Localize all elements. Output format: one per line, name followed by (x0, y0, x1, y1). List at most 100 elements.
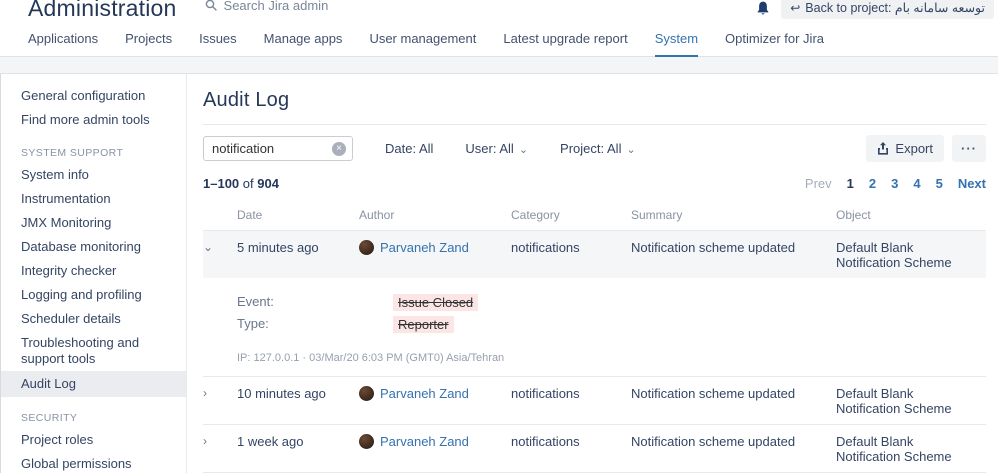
tab-optimizer-for-jira[interactable]: Optimizer for Jira (725, 22, 824, 57)
clear-search-icon[interactable]: × (332, 141, 346, 156)
change-details: Event: Issue Closed Type: Reporter (203, 278, 986, 334)
chevron-down-icon: ⌄ (626, 144, 636, 156)
filter-row: notification × Date: All User: All ⌄ Proj… (203, 125, 986, 172)
project-filter-dropdown[interactable]: Project: All ⌄ (560, 141, 636, 156)
chevron-right-icon[interactable]: › (203, 377, 237, 424)
export-label: Export (895, 141, 933, 156)
tab-applications[interactable]: Applications (28, 22, 98, 57)
column-header-author: Author (359, 208, 395, 222)
user-filter-dropdown[interactable]: User: All ⌄ (465, 141, 528, 156)
tab-manage-apps[interactable]: Manage apps (264, 22, 343, 57)
removed-value-badge: Issue Closed (393, 294, 479, 311)
row-summary: Notification scheme updated (631, 386, 796, 401)
sidebar-item-audit-log[interactable]: Audit Log (1, 371, 186, 397)
table-row[interactable]: ⌄ 5 minutes ago Parvaneh Zand notificati… (203, 231, 986, 278)
sidebar-item-scheduler-details[interactable]: Scheduler details (1, 307, 186, 331)
column-header-date: Date (237, 208, 263, 222)
removed-value-badge: Reporter (393, 316, 454, 333)
tab-user-management[interactable]: User management (369, 22, 476, 57)
sidebar-item-system-info[interactable]: System info (1, 163, 186, 187)
jira-admin-page: Administration Search Jira admin ↩ Back … (0, 0, 998, 473)
sidebar: General configuration Find more admin to… (1, 74, 187, 473)
column-header-object: Object (836, 208, 871, 222)
row-object: Default Blank Notification Scheme (836, 240, 952, 270)
sidebar-item-integrity-checker[interactable]: Integrity checker (1, 259, 186, 283)
tab-issues[interactable]: Issues (199, 22, 237, 57)
table-row[interactable]: › 1 week ago Parvaneh Zand notifications… (203, 425, 986, 473)
sidebar-item-database-monitoring[interactable]: Database monitoring (1, 235, 186, 259)
sidebar-item-logging-and-profiling[interactable]: Logging and profiling (1, 283, 186, 307)
row-category: notifications (511, 240, 580, 255)
pagination-page-4[interactable]: 4 (913, 176, 920, 191)
row-author: Parvaneh Zand (359, 231, 511, 278)
author-link[interactable]: Parvaneh Zand (380, 434, 469, 449)
filter-search-value: notification (212, 141, 275, 156)
avatar (359, 240, 374, 255)
filter-search-input[interactable]: notification × (203, 136, 353, 161)
row-date: 5 minutes ago (237, 240, 319, 255)
chevron-right-icon[interactable]: › (203, 425, 237, 472)
detail-event-row: Event: Issue Closed (203, 294, 986, 312)
date-filter-label: Date: All (385, 141, 434, 156)
content: General configuration Find more admin to… (0, 74, 998, 473)
detail-type-row: Type: Reporter (203, 316, 986, 334)
pagination-page-2[interactable]: 2 (869, 176, 876, 191)
row-object: Default Blank Notification Scheme (836, 386, 952, 416)
tab-system[interactable]: System (654, 22, 699, 57)
pagination-next[interactable]: Next (958, 176, 986, 191)
author-link[interactable]: Parvaneh Zand (380, 240, 469, 255)
pagination-page-3[interactable]: 3 (891, 176, 898, 191)
export-button[interactable]: Export (866, 135, 944, 162)
audit-table-header: Date Author Category Summary Object (203, 203, 986, 231)
header-spacer (203, 203, 237, 230)
top-header: Administration Search Jira admin ↩ Back … (0, 0, 998, 22)
notifications-bell-icon[interactable] (755, 1, 771, 17)
header-subband (0, 57, 998, 74)
date-filter-dropdown[interactable]: Date: All (385, 141, 433, 156)
row-author: Parvaneh Zand (359, 425, 511, 472)
row-summary: Notification scheme updated (631, 240, 796, 255)
column-header-category: Category (511, 208, 560, 222)
expanded-row-details: Event: Issue Closed Type: Reporter IP: 1… (203, 278, 986, 377)
results-row: 1–100 of 904 Prev 1 2 3 4 5 Next (203, 176, 986, 191)
results-range: 1–100 (203, 176, 240, 191)
tab-latest-upgrade-report[interactable]: Latest upgrade report (503, 22, 627, 57)
sidebar-item-project-roles[interactable]: Project roles (1, 428, 186, 452)
pagination-page-1[interactable]: 1 (847, 176, 854, 191)
table-row[interactable]: › 10 minutes ago Parvaneh Zand notificat… (203, 377, 986, 425)
author-link[interactable]: Parvaneh Zand (380, 386, 469, 401)
avatar (359, 386, 374, 401)
return-arrow-icon: ↩ (790, 0, 801, 15)
row-date: 1 week ago (237, 434, 304, 449)
row-date: 10 minutes ago (237, 386, 326, 401)
chevron-down-icon[interactable]: ⌄ (203, 231, 237, 278)
event-label: Event: (237, 294, 274, 309)
sidebar-item-troubleshooting[interactable]: Troubleshooting and support tools (1, 331, 186, 371)
back-to-project-label: Back to project: توسعه سامانه بام (805, 1, 985, 15)
sidebar-item-global-permissions[interactable]: Global permissions (1, 452, 186, 473)
page-title: Audit Log (203, 89, 290, 111)
row-summary: Notification scheme updated (631, 434, 796, 449)
sidebar-item-jmx-monitoring[interactable]: JMX Monitoring (1, 211, 186, 235)
sidebar-item-instrumentation[interactable]: Instrumentation (1, 187, 186, 211)
back-to-project-button[interactable]: ↩ Back to project: توسعه سامانه بام (781, 0, 994, 19)
app-title: Administration (28, 0, 177, 21)
results-total: 904 (257, 176, 279, 191)
tab-projects[interactable]: Projects (125, 22, 172, 57)
pagination: Prev 1 2 3 4 5 Next (805, 176, 986, 191)
more-actions-button[interactable]: ··· (952, 135, 986, 162)
admin-search[interactable]: Search Jira admin (205, 0, 328, 13)
export-icon (878, 142, 889, 155)
sidebar-item-general-configuration[interactable]: General configuration (1, 84, 186, 108)
row-category: notifications (511, 434, 580, 449)
sidebar-section-system-support: SYSTEM SUPPORT (21, 147, 124, 159)
more-icon: ··· (961, 141, 977, 156)
row-object: Default Blank Notification Scheme (836, 434, 952, 464)
results-count: 1–100 of 904 (203, 176, 279, 191)
pagination-page-5[interactable]: 5 (936, 176, 943, 191)
sidebar-item-find-more-admin-tools[interactable]: Find more admin tools (1, 108, 186, 132)
pagination-prev[interactable]: Prev (805, 176, 832, 191)
results-of: of (242, 176, 254, 191)
type-label: Type: (237, 316, 269, 331)
row-category: notifications (511, 386, 580, 401)
